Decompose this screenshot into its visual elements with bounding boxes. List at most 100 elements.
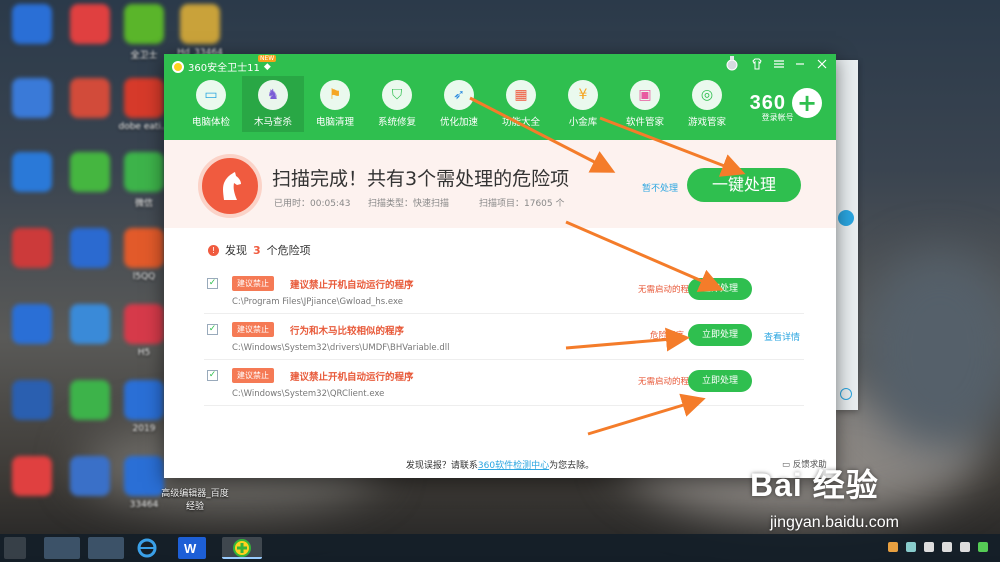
start-button[interactable]: [4, 537, 26, 559]
app-icon: [124, 78, 164, 118]
nav-item[interactable]: ▭ 电脑体检: [180, 76, 242, 132]
rocket-icon: ➶: [444, 80, 474, 110]
nav-item[interactable]: ⛉ 系统修复: [366, 76, 428, 132]
skin-icon[interactable]: [749, 58, 765, 73]
menu-icon[interactable]: [771, 58, 787, 73]
window-header: 360安全卫士11 ◆ NEW ▭ 电脑体检 ♞ 木马查杀 ⚑ 电脑清理 ⛉ 系统修复 ➶ 优化加…: [164, 54, 836, 140]
desktop-icon[interactable]: [60, 456, 120, 500]
desktop-icon[interactable]: [60, 380, 120, 424]
horse-icon: [198, 154, 262, 218]
nav-item-label: 木马查杀: [253, 117, 292, 128]
threat-checkbox[interactable]: ✓: [207, 278, 218, 289]
minimize-icon[interactable]: [792, 58, 808, 73]
watermark-main: Bai 经验: [750, 467, 879, 503]
app-icon: [124, 380, 164, 420]
app-icon: [124, 304, 164, 344]
desktop-icon-editor[interactable]: 高级编辑器_百度经验: [160, 486, 230, 512]
desktop-icon[interactable]: [2, 78, 62, 122]
monitor-icon: ▭: [196, 80, 226, 110]
threat-path: C:\Windows\System32\QRClient.exe: [232, 389, 385, 399]
network-icon[interactable]: [942, 542, 952, 552]
tray-icon-1[interactable]: [888, 542, 898, 552]
grid-icon: ▦: [506, 80, 536, 110]
detection-center-link[interactable]: 360软件检测中心: [478, 461, 549, 471]
taskbar-app-2[interactable]: [88, 537, 124, 559]
360-taskbar-icon[interactable]: [222, 537, 262, 559]
found-header: ! 发现 3 个危险项: [208, 242, 311, 258]
nav-item[interactable]: ◎ 游戏管家: [676, 76, 738, 132]
one-key-fix-button[interactable]: 一键处理: [687, 168, 801, 202]
nav-item[interactable]: ¥ 小金库: [552, 76, 614, 132]
desktop-icon[interactable]: Hd_33464: [170, 4, 230, 58]
skip-link[interactable]: 暂不处理: [642, 181, 678, 194]
fix-now-button[interactable]: 立即处理: [688, 370, 752, 392]
threat-kind: 危险程序: [650, 331, 685, 341]
medal-icon[interactable]: [724, 56, 740, 75]
warning-icon: !: [208, 244, 219, 256]
threat-name: 建议禁止开机自动运行的程序: [290, 280, 414, 291]
close-icon[interactable]: [814, 58, 830, 73]
brand-area[interactable]: 360 + 登录帐号: [750, 88, 822, 122]
nav-item[interactable]: ➶ 优化加速: [428, 76, 490, 132]
fix-now-button[interactable]: 立即处理: [688, 278, 752, 300]
app-icon: [12, 456, 52, 496]
scan-title: 扫描完成！共有3个需处理的危险项: [272, 168, 570, 190]
nav-item[interactable]: ▣ 软件管家: [614, 76, 676, 132]
desktop-icon[interactable]: [60, 152, 120, 196]
threat-tag: 建议禁止: [232, 276, 274, 291]
tray-icon-3[interactable]: [978, 542, 988, 552]
threat-checkbox[interactable]: ✓: [207, 370, 218, 381]
desktop-icon[interactable]: [2, 380, 62, 424]
ie-icon[interactable]: [136, 537, 164, 559]
window-title: 360安全卫士11 ◆: [172, 59, 271, 74]
app-icon: [12, 4, 52, 44]
app-icon: [12, 228, 52, 268]
main-nav: ▭ 电脑体检 ♞ 木马查杀 ⚑ 电脑清理 ⛉ 系统修复 ➶ 优化加速 ▦ 功能大全 ¥ 小金库 ▣ 软件管家 ◎…: [180, 76, 738, 132]
nav-item[interactable]: ♞ 木马查杀: [242, 76, 304, 132]
desktop-icon[interactable]: [2, 228, 62, 272]
nav-item-label: 优化加速: [439, 117, 478, 128]
threat-checkbox[interactable]: ✓: [207, 324, 218, 335]
desktop-icon[interactable]: [60, 4, 120, 48]
threat-path: C:\Windows\System32\drivers\UMDF\BHVaria…: [232, 343, 450, 353]
nav-item-label: 系统修复: [377, 117, 416, 128]
app-icon: [124, 4, 164, 44]
wps-icon[interactable]: W: [178, 537, 206, 559]
nav-item-label: 软件管家: [625, 117, 664, 128]
tray-icon-2[interactable]: [906, 542, 916, 552]
app-icon: [70, 4, 110, 44]
nav-item-label: 小金库: [568, 117, 598, 128]
desktop-icon[interactable]: [2, 4, 62, 48]
nav-item[interactable]: ⚑ 电脑清理: [304, 76, 366, 132]
fix-now-button[interactable]: 立即处理: [688, 324, 752, 346]
login-label: 登录帐号: [761, 113, 794, 122]
nav-item[interactable]: ▦ 功能大全: [490, 76, 552, 132]
nav-item-label: 功能大全: [501, 117, 540, 128]
desktop-icon[interactable]: [60, 78, 120, 122]
app-icon: [70, 380, 110, 420]
svg-text:W: W: [184, 541, 197, 556]
threat-row: ✓ 建议禁止 建议禁止开机自动运行的程序 C:\Program Files\JPjia…: [204, 268, 804, 314]
volume-icon[interactable]: [960, 542, 970, 552]
login-plus-icon[interactable]: +: [792, 88, 822, 118]
desktop-icon[interactable]: [60, 304, 120, 348]
taskbar-app-1[interactable]: [44, 537, 80, 559]
desktop-icon[interactable]: [60, 228, 120, 272]
desktop-icon[interactable]: [2, 152, 62, 196]
app-icon: [124, 152, 164, 192]
system-tray[interactable]: [768, 542, 988, 554]
view-details-link[interactable]: 查看详情: [764, 330, 800, 343]
shield-icon: ⛉: [382, 80, 412, 110]
desktop-icon-label: 高级编辑器_百度经验: [161, 489, 229, 512]
desktop-icon[interactable]: [2, 456, 62, 500]
found-count: 3: [253, 243, 261, 257]
new-badge: NEW: [258, 55, 277, 62]
diamond-icon: ◆: [263, 61, 271, 72]
desktop-icon[interactable]: [2, 304, 62, 348]
desktop-icon[interactable]: 全卫士: [114, 4, 174, 61]
threat-row: ✓ 建议禁止 建议禁止开机自动运行的程序 C:\Windows\System32\QR…: [204, 360, 804, 406]
apps-icon: ▣: [630, 80, 660, 110]
gamepad-icon: ◎: [692, 80, 722, 110]
battery-icon[interactable]: [924, 542, 934, 552]
found-prefix: 发现: [225, 244, 247, 257]
